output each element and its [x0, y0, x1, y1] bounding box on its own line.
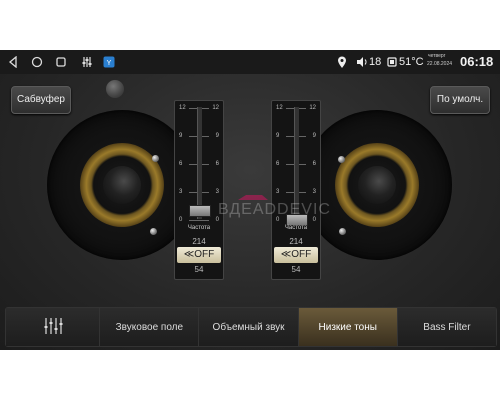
home-icon[interactable]	[30, 54, 44, 70]
chevron-left-icon: ≪	[183, 249, 195, 260]
subwoofer-button[interactable]: Сабвуфер	[11, 86, 71, 114]
app-icon[interactable]: Y	[102, 54, 116, 70]
scale-tick-label: 12	[276, 105, 283, 111]
scale-tick-label: 9	[312, 133, 316, 139]
watermark-logo: ВДЕАDDEVICE	[210, 190, 342, 220]
location-icon	[336, 54, 348, 70]
tab-sound-field[interactable]: Звуковое поле	[100, 308, 200, 346]
slider-track[interactable]	[197, 107, 202, 219]
tab-bass-filter[interactable]: Bass Filter	[397, 308, 497, 346]
left-speaker-ring	[80, 143, 164, 227]
bottom-tab-bar: Звуковое поле Объемный звук Низкие тоны …	[5, 307, 497, 347]
screw	[150, 228, 157, 235]
chevron-left-icon: ≪	[280, 249, 292, 260]
clock: 06:18	[460, 54, 494, 69]
frequency-label: Частота	[187, 225, 211, 231]
equalizer-icon[interactable]	[80, 54, 94, 70]
tab-bass[interactable]: Низкие тоны	[298, 308, 398, 346]
scale-tick-label: 6	[312, 161, 316, 167]
recents-icon[interactable]	[54, 54, 68, 70]
equalizer-sliders-icon	[43, 317, 63, 338]
volume-icon	[356, 54, 368, 70]
right-speaker-cone	[358, 166, 396, 204]
scale-tick-label: 9	[215, 133, 219, 139]
default-button[interactable]: По умолч.	[430, 86, 490, 114]
balance-knob[interactable]	[106, 80, 124, 98]
scale-tick-label: 0	[179, 217, 183, 223]
right-speaker	[302, 110, 452, 260]
frequency-prev[interactable]: 214	[175, 237, 223, 246]
scale-tick-label: 6	[276, 161, 280, 167]
frequency-label: Частота	[284, 225, 308, 231]
frequency-next[interactable]: 54	[272, 265, 320, 274]
scale-tick-mark	[189, 220, 209, 221]
weekday: четверг	[428, 53, 446, 59]
frequency-next[interactable]: 54	[175, 265, 223, 274]
screw	[338, 156, 345, 163]
scale-tick-label: 6	[179, 161, 183, 167]
scale-tick-label: 12	[212, 105, 219, 111]
frequency-prev[interactable]: 214	[272, 237, 320, 246]
frequency-value-text: OFF	[194, 249, 215, 260]
temperature-value: 51°C	[399, 56, 424, 68]
tab-equalizer[interactable]	[6, 308, 101, 346]
scale-tick-label: 3	[179, 189, 183, 195]
svg-text:Y: Y	[107, 60, 112, 67]
temperature-icon	[386, 54, 398, 70]
back-icon[interactable]	[6, 54, 20, 70]
screw	[339, 228, 346, 235]
volume-level: 18	[369, 56, 382, 68]
status-bar: Y 18 51°C четверг 22.08.2024 06:18	[0, 50, 500, 74]
scale-tick-label: 9	[276, 133, 280, 139]
date: 22.08.2024	[427, 61, 453, 67]
bass-settings-screen: Y 18 51°C четверг 22.08.2024 06:18 Сабву…	[0, 50, 500, 350]
scale-tick-label: 6	[215, 161, 219, 167]
tab-surround-sound[interactable]: Объемный звук	[199, 308, 299, 346]
slider-handle[interactable]	[189, 204, 211, 217]
scale-tick-label: 12	[309, 105, 316, 111]
frequency-value[interactable]: ≪OFF	[177, 247, 221, 263]
scale-tick-label: 12	[179, 105, 186, 111]
svg-text:ВДЕАDDEVICE: ВДЕАDDEVICE	[218, 201, 330, 218]
screw	[152, 155, 159, 162]
frequency-value-text: OFF	[291, 249, 312, 260]
left-speaker-cone	[103, 166, 141, 204]
right-speaker-ring	[335, 143, 419, 227]
scale-tick-label: 9	[179, 133, 183, 139]
frequency-value[interactable]: ≪OFF	[274, 247, 318, 263]
